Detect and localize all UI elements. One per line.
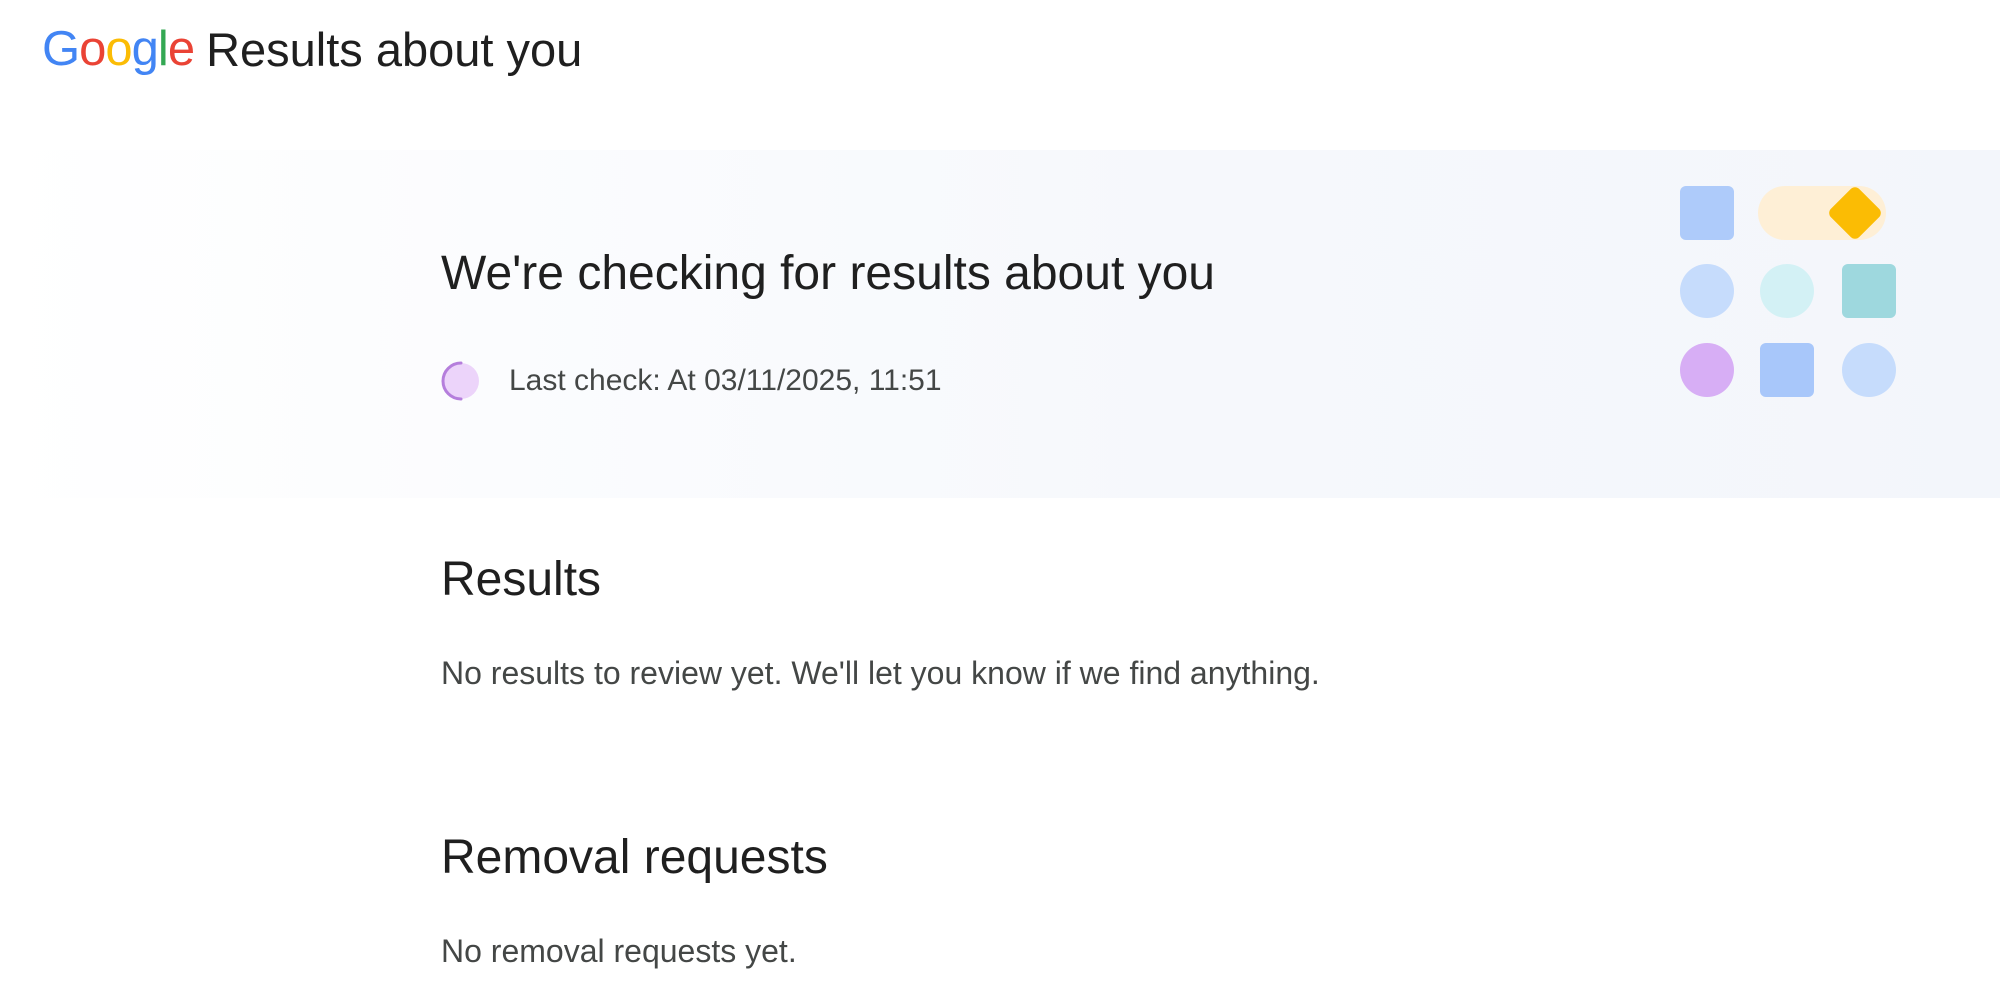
last-check-status: Last check: At 03/11/2025, 11:51 (441, 360, 942, 402)
logo-letter: l (157, 21, 169, 76)
hero-title: We're checking for results about you (441, 247, 1215, 300)
removal-requests-empty-message: No removal requests yet. (441, 933, 797, 969)
logo-letter: G (42, 21, 80, 76)
logo-letter: g (131, 21, 159, 76)
google-logo[interactable]: Google (42, 21, 195, 76)
app-header: Google Results about you (42, 14, 582, 84)
shapes-illustration-icon (1680, 184, 1896, 400)
removal-requests-section-title: Removal requests (441, 831, 828, 884)
logo-letter: o (79, 21, 106, 76)
loading-spinner-icon (441, 361, 481, 401)
logo-letter: o (105, 21, 132, 76)
last-check-text: Last check: At 03/11/2025, 11:51 (509, 364, 942, 397)
app-title: Results about you (206, 22, 583, 76)
results-section-title: Results (441, 553, 602, 606)
results-empty-message: No results to review yet. We'll let you … (441, 655, 1320, 691)
logo-letter: e (167, 21, 195, 76)
